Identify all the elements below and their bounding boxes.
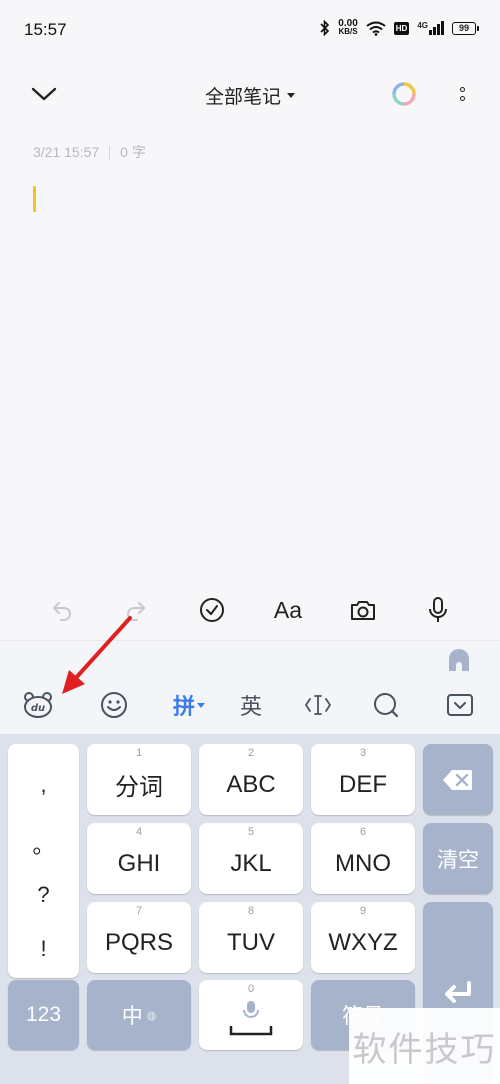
numbers-key[interactable]: 123 xyxy=(8,980,79,1050)
char-count: 0 字 xyxy=(120,144,146,160)
caret-down-icon xyxy=(287,93,296,98)
chevron-down-icon xyxy=(31,87,57,101)
camera-icon xyxy=(351,601,375,620)
microphone-icon xyxy=(243,1001,259,1018)
bluetooth-icon xyxy=(320,20,330,36)
cursor-move-icon xyxy=(304,695,332,715)
language-key[interactable]: 中 ◍ xyxy=(87,980,191,1050)
network-speed: 0.00 KB/S xyxy=(338,18,358,36)
note-meta: 3/21 15:57 0 字 xyxy=(33,142,146,162)
key-1[interactable]: 1 分词 xyxy=(87,744,191,815)
pinyin-mode-button[interactable]: 拼 xyxy=(166,686,212,724)
editor-toolbar: Aa xyxy=(0,580,500,640)
color-ring-icon xyxy=(392,82,416,106)
english-mode-button[interactable]: 英 xyxy=(231,686,271,724)
theme-button[interactable] xyxy=(390,80,418,108)
undo-button[interactable] xyxy=(42,590,82,630)
key-2[interactable]: 2 ABC xyxy=(199,744,303,815)
caret-down-icon xyxy=(197,702,205,708)
key-8[interactable]: 8 TUV xyxy=(199,902,303,973)
status-bar: 15:57 0.00 KB/S HD 4G 99 xyxy=(0,0,500,60)
folder-selector[interactable]: 全部笔记 xyxy=(204,82,296,109)
enter-icon xyxy=(445,981,471,1003)
hide-keyboard-button[interactable] xyxy=(440,686,480,724)
punct-period[interactable]: 。 xyxy=(8,828,79,860)
ime-suggestion-strip xyxy=(0,640,500,676)
status-icons: 0.00 KB/S HD 4G 99 xyxy=(320,18,479,36)
battery-icon: 99 xyxy=(452,21,479,35)
meta-divider xyxy=(109,145,111,159)
space-key[interactable]: 0 xyxy=(199,980,303,1050)
camera-button[interactable] xyxy=(343,590,383,630)
emoji-button[interactable] xyxy=(94,686,134,724)
punct-comma[interactable]: , xyxy=(8,772,79,798)
key-7[interactable]: 7 PQRS xyxy=(87,902,191,973)
check-circle-icon xyxy=(200,598,224,622)
ime-function-bar: du 拼 英 xyxy=(0,676,500,734)
wifi-icon xyxy=(366,21,386,36)
text-cursor[interactable] xyxy=(33,186,36,212)
redo-button[interactable] xyxy=(116,590,156,630)
dot-icon xyxy=(459,87,465,92)
key-9[interactable]: 9 WXYZ xyxy=(311,902,415,973)
checklist-button[interactable] xyxy=(192,590,232,630)
dot-icon xyxy=(459,96,465,101)
clear-key[interactable]: 清空 xyxy=(423,823,493,894)
svg-text:du: du xyxy=(31,703,45,714)
folder-label: 全部笔记 xyxy=(204,87,282,108)
keyboard-hide-icon xyxy=(447,694,473,716)
key-3[interactable]: 3 DEF xyxy=(311,744,415,815)
redo-icon xyxy=(127,602,145,621)
pinyin-label: 拼 xyxy=(172,694,195,719)
punct-question[interactable]: ? xyxy=(8,882,79,908)
more-options-button[interactable] xyxy=(448,80,476,108)
signal-icon: 4G xyxy=(417,21,444,35)
note-date: 3/21 15:57 xyxy=(33,144,100,160)
punct-exclaim[interactable]: ! xyxy=(8,936,79,962)
backspace-icon xyxy=(443,769,472,790)
key-6[interactable]: 6 MNO xyxy=(311,823,415,894)
microphone-icon xyxy=(429,597,447,622)
collapse-button[interactable] xyxy=(28,80,60,108)
undo-icon xyxy=(53,602,71,621)
globe-icon: ◍ xyxy=(146,1009,157,1022)
search-icon xyxy=(374,693,399,718)
voice-note-button[interactable] xyxy=(418,590,458,630)
status-time: 15:57 xyxy=(24,20,67,39)
app-bar: 全部笔记 xyxy=(0,70,500,118)
assistant-icon[interactable] xyxy=(446,647,472,673)
backspace-key[interactable] xyxy=(423,744,493,815)
punctuation-column[interactable]: , 。 ? ! xyxy=(8,744,79,978)
key-4[interactable]: 4 GHI xyxy=(87,823,191,894)
cursor-move-button[interactable] xyxy=(298,686,338,724)
search-button[interactable] xyxy=(366,686,406,724)
text-format-button[interactable]: Aa xyxy=(268,590,308,630)
bear-du-icon: du xyxy=(24,692,52,718)
space-bar-icon xyxy=(229,1026,273,1036)
key-5[interactable]: 5 JKL xyxy=(199,823,303,894)
hd-badge: HD xyxy=(393,21,410,35)
chinese-label: 中 xyxy=(121,1005,143,1028)
ime-logo-button[interactable]: du xyxy=(18,686,58,724)
smiley-icon xyxy=(101,692,127,718)
watermark: 软件技巧 xyxy=(349,1008,500,1084)
